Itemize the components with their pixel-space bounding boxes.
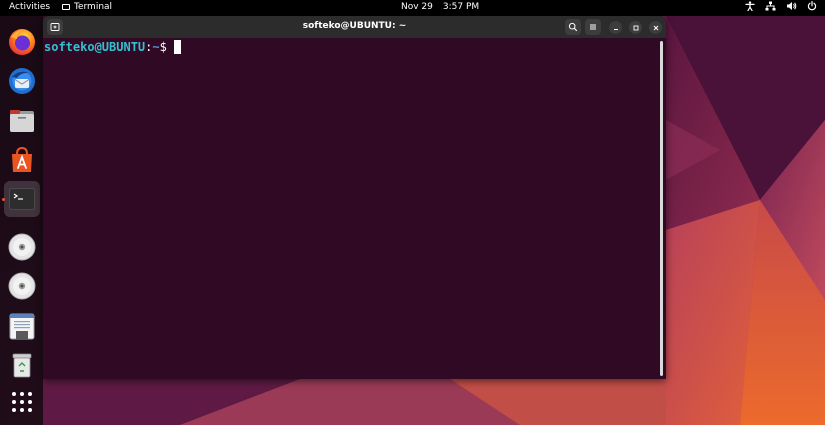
close-icon: [653, 25, 658, 30]
search-icon: [568, 22, 578, 32]
maximize-button[interactable]: [629, 21, 642, 34]
cd-icon: [8, 272, 36, 300]
prompt-symbol: $: [159, 40, 167, 54]
dock-item-text-editor[interactable]: [4, 308, 40, 344]
terminal-icon: [9, 188, 35, 210]
minimize-button[interactable]: [609, 21, 622, 34]
clock-time: 3:57 PM: [442, 2, 480, 12]
minimize-icon: [613, 28, 618, 30]
show-apps-button[interactable]: [4, 384, 40, 420]
hamburger-menu-icon: [590, 24, 596, 30]
window-titlebar[interactable]: softeko@UBUNTU: ~: [43, 16, 666, 38]
volume-icon[interactable]: [786, 1, 797, 11]
dock-item-disc-2[interactable]: [4, 268, 40, 304]
network-icon[interactable]: [765, 1, 776, 11]
desktop: Activities Terminal Nov 29 3:57 PM softe…: [0, 0, 825, 425]
close-button[interactable]: [649, 21, 662, 34]
app-grid-icon: [12, 392, 32, 412]
prompt-path: ~: [152, 40, 160, 54]
power-icon[interactable]: [807, 1, 817, 11]
app-center-icon: [12, 146, 32, 172]
dock-item-files[interactable]: [4, 103, 40, 139]
dock-item-thunderbird[interactable]: [4, 63, 40, 99]
dock-item-disc-1[interactable]: [4, 229, 40, 265]
terminal-window[interactable]: softeko@UBUNTU: ~ softeko@UBUNTU:~$: [43, 16, 666, 379]
dock-item-terminal[interactable]: [4, 181, 40, 217]
thunderbird-icon: [9, 68, 35, 94]
prompt-line: softeko@UBUNTU:~$: [44, 40, 181, 54]
terminal-mini-icon: [62, 4, 70, 10]
prompt-user: softeko@UBUNTU: [44, 40, 146, 54]
text-cursor: [173, 40, 181, 54]
system-menu[interactable]: [745, 1, 817, 11]
dock-item-trash[interactable]: [4, 347, 40, 383]
app-menu-label: Terminal: [74, 2, 113, 12]
trash-icon: [12, 353, 32, 378]
menu-button[interactable]: [585, 19, 601, 35]
dock-item-firefox[interactable]: [4, 24, 40, 60]
top-bar: Activities Terminal Nov 29 3:57 PM: [0, 0, 825, 16]
accessibility-icon[interactable]: [745, 1, 755, 11]
dock: [0, 16, 43, 425]
terminal-output[interactable]: softeko@UBUNTU:~$: [43, 38, 666, 379]
clock[interactable]: Nov 29 3:57 PM: [401, 2, 479, 12]
activities-button[interactable]: Activities: [9, 2, 50, 12]
files-icon: [10, 110, 34, 132]
app-menu[interactable]: Terminal: [62, 2, 112, 12]
notes-icon: [9, 313, 35, 340]
search-button[interactable]: [565, 19, 581, 35]
scrollbar[interactable]: [660, 41, 663, 376]
dock-item-app-center[interactable]: [4, 142, 40, 178]
firefox-icon: [9, 29, 35, 55]
running-indicator: [2, 198, 5, 201]
maximize-icon: [633, 25, 638, 30]
clock-date: Nov 29: [401, 2, 433, 12]
cd-icon: [8, 233, 36, 261]
